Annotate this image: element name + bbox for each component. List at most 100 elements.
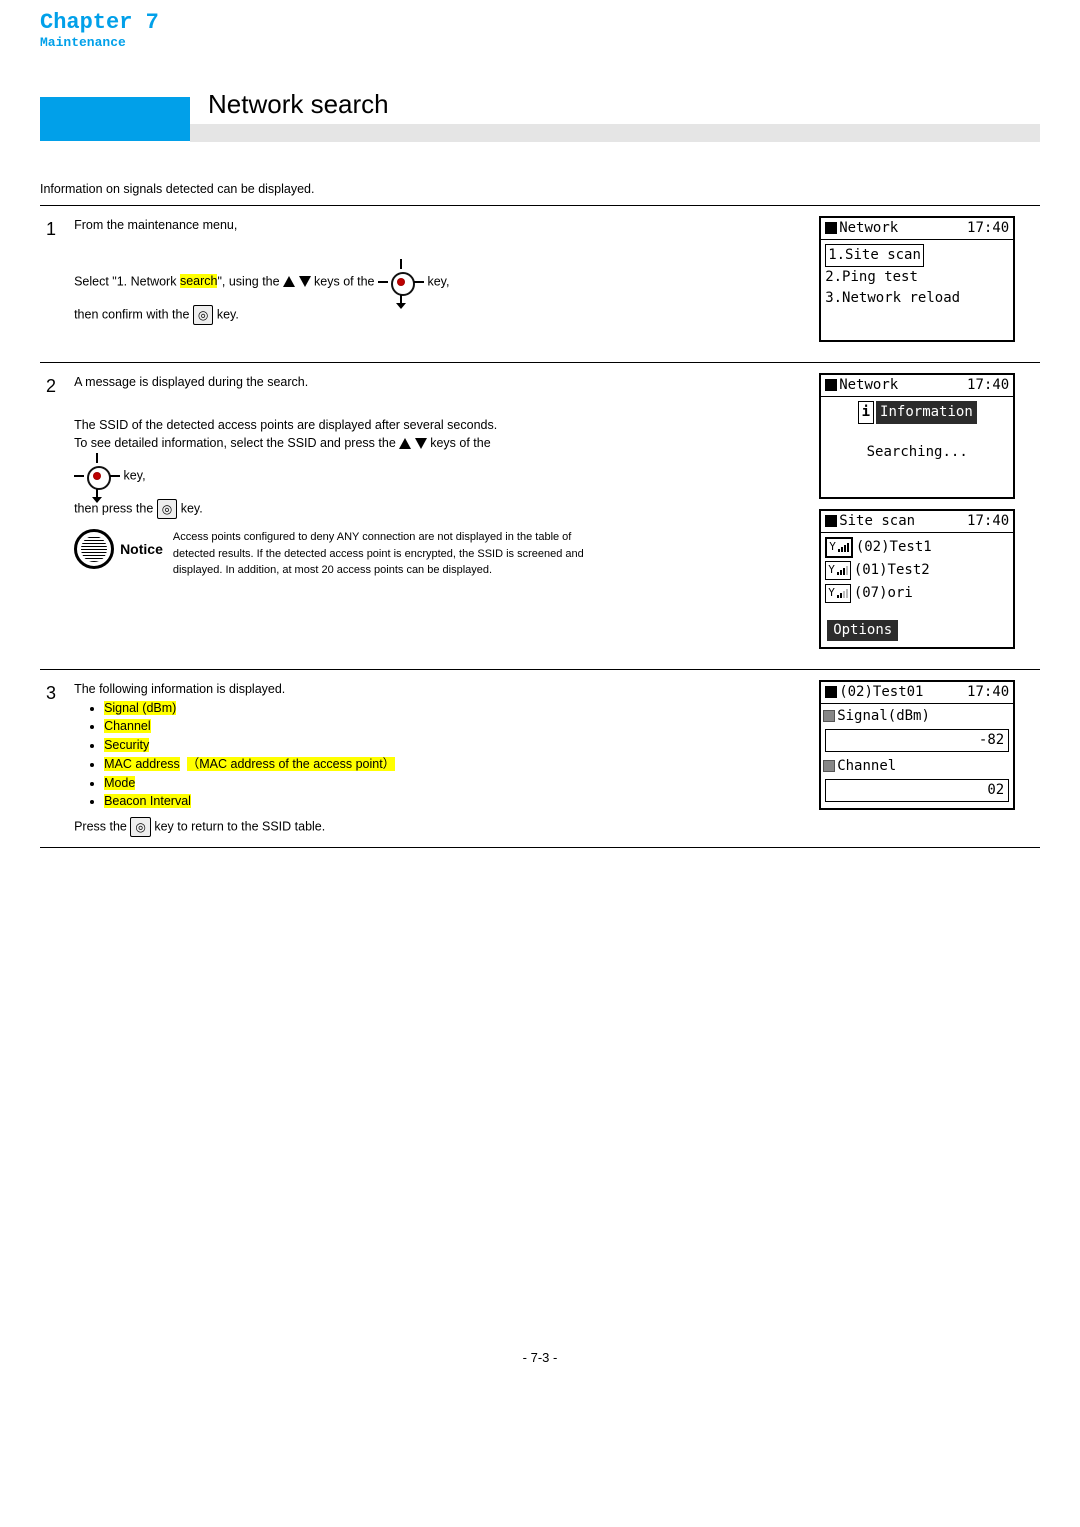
step-row-2: 2 A message is displayed during the sear…	[40, 362, 1040, 669]
page-title: Network search	[208, 89, 389, 120]
p4-title: (02)Test01	[839, 684, 923, 700]
p3-r2: (01)Test2	[854, 560, 930, 581]
step-desc-1: From the maintenance menu, Select "1. Ne…	[68, 205, 813, 362]
chapter-tab: Chapter 7 Maintenance	[40, 10, 159, 50]
s3-b5: Mode	[104, 776, 135, 790]
banner-blue-block	[40, 97, 190, 141]
s3-line2a: Press the	[74, 819, 130, 833]
s1-line2c: ", using the	[217, 274, 283, 288]
s1-line2a: Select "1. Network	[74, 274, 180, 288]
p4-ch-value: 02	[825, 779, 1009, 802]
p4-sig-value: -82	[825, 729, 1009, 752]
list-item: Security	[104, 736, 807, 755]
panel-network-menu: Network 17:40 1.Site scan 2.Ping test 3.…	[819, 216, 1015, 342]
s2-line5b: key.	[181, 501, 203, 515]
banner-grey-block	[190, 124, 1040, 142]
p2-title: Network	[839, 377, 898, 393]
triangle-down-icon	[415, 438, 427, 449]
panel-square-icon	[825, 222, 837, 234]
s2-line3a: To see detailed information, select the …	[74, 436, 399, 450]
p1-time: 17:40	[967, 218, 1009, 239]
notice-block: Notice Access points configured to deny …	[74, 529, 807, 579]
s2-line3b: keys of the	[430, 436, 490, 450]
p1-item1: 1.Site scan	[825, 244, 924, 267]
s3-b2: Channel	[104, 719, 151, 733]
s1-search-hl: search	[180, 274, 218, 288]
antenna-icon: Y	[828, 585, 835, 602]
chapter-title: Chapter 7	[40, 10, 159, 35]
panel-site-scan: Site scan 17:40 Y (02)Test1 Y (01)Test2 Y (…	[819, 509, 1015, 649]
notice-icon	[74, 529, 114, 569]
notice-text: Access points configured to deny ANY con…	[173, 529, 593, 579]
info-icon: i	[858, 401, 874, 424]
signal-bars-icon	[837, 565, 848, 575]
s3-line2b: key to return to the SSID table.	[154, 819, 325, 833]
panel-test-detail: (02)Test01 17:40 Signal(dBm) -82 Channel…	[819, 680, 1015, 810]
joystick-icon	[378, 259, 424, 305]
confirm-key-icon: ◎	[130, 817, 150, 837]
p4-ch-label: Channel	[837, 758, 896, 774]
confirm-key-icon: ◎	[157, 499, 177, 519]
p4-sig-label: Signal(dBm)	[837, 708, 930, 724]
panel-searching: Network 17:40 iInformation Searching...	[819, 373, 1015, 499]
p1-title: Network	[839, 220, 898, 236]
notice-label: Notice	[120, 539, 163, 560]
p3-title: Site scan	[839, 513, 915, 529]
list-item: Beacon Interval	[104, 792, 807, 811]
list-item: Mode	[104, 774, 807, 793]
p3-options: Options	[827, 620, 898, 641]
s3-b3: Security	[104, 738, 149, 752]
panel-square-icon	[825, 686, 837, 698]
step-number-1: 1	[40, 205, 68, 362]
signal-bars-icon	[837, 588, 848, 598]
s3-b6: Beacon Interval	[104, 794, 191, 808]
s3-line1: The following information is displayed.	[74, 680, 807, 699]
panel-square-icon	[825, 379, 837, 391]
step-row-3: 3 The following information is displayed…	[40, 669, 1040, 847]
chapter-subtitle: Maintenance	[40, 35, 159, 50]
s3-b4a: MAC address	[104, 757, 180, 771]
p3-r1: (02)Test1	[856, 537, 932, 558]
list-item: Channel	[104, 717, 807, 736]
intro-text: Information on signals detected can be d…	[40, 180, 1040, 199]
s1-line2d: keys of the	[314, 274, 378, 288]
p1-item3: 3.Network reload	[825, 290, 960, 306]
s3-b4b: （MAC address of the access point）	[187, 757, 395, 771]
steps-table: 1 From the maintenance menu, Select "1. …	[40, 205, 1040, 848]
antenna-icon: Y	[828, 562, 835, 579]
s3-b1: Signal (dBm)	[104, 701, 176, 715]
s2-line2: The SSID of the detected access points a…	[74, 416, 807, 435]
joystick-icon	[74, 453, 120, 499]
p3-r3: (07)ori	[854, 583, 913, 604]
s2-line4: key,	[124, 468, 146, 482]
panel-square-icon	[825, 515, 837, 527]
step-number-3: 3	[40, 669, 68, 847]
step-number-2: 2	[40, 362, 68, 669]
s1-line1: From the maintenance menu,	[74, 216, 807, 235]
confirm-key-icon: ◎	[193, 305, 213, 325]
antenna-icon: Y	[829, 539, 836, 556]
p2-info-label: Information	[876, 401, 977, 424]
step-desc-3: The following information is displayed. …	[68, 669, 813, 847]
panel-square-grey-icon	[823, 710, 835, 722]
title-banner: Network search	[40, 82, 1040, 137]
p4-time: 17:40	[967, 682, 1009, 703]
s2-line1: A message is displayed during the search…	[74, 373, 807, 392]
page-footer: - 7-3 -	[40, 1348, 1040, 1368]
p3-time: 17:40	[967, 511, 1009, 532]
list-item: Signal (dBm)	[104, 699, 807, 718]
s1-line3b: key.	[217, 307, 239, 321]
p1-item2: 2.Ping test	[825, 269, 918, 285]
panel-square-grey-icon	[823, 760, 835, 772]
banner-title-container: Network search	[190, 82, 1040, 124]
s1-line3a: then confirm with the	[74, 307, 193, 321]
p2-time: 17:40	[967, 375, 1009, 396]
step-desc-2: A message is displayed during the search…	[68, 362, 813, 669]
p2-searching: Searching...	[825, 442, 1009, 463]
step-row-1: 1 From the maintenance menu, Select "1. …	[40, 205, 1040, 362]
triangle-up-icon	[399, 438, 411, 449]
list-item: MAC address （MAC address of the access p…	[104, 755, 807, 774]
s2-line5a: then press the	[74, 501, 157, 515]
page-header: Chapter 7 Maintenance Network search	[40, 0, 1040, 150]
s1-line2e: key,	[427, 274, 449, 288]
